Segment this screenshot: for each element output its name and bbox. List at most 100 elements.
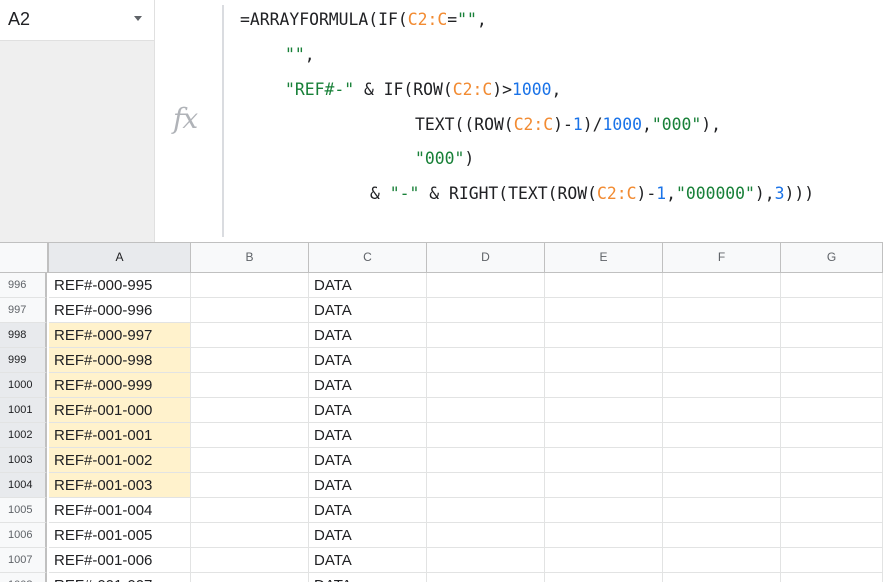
row-number[interactable]: 1001 [0,398,47,423]
row-number[interactable]: 1000 [0,373,47,398]
cell-a[interactable]: REF#-001-005 [49,523,191,548]
formula-line[interactable]: "REF#-" & IF(ROW(C2:C)>1000, [285,79,561,101]
cell-d[interactable] [427,348,545,373]
row-number[interactable]: 1002 [0,423,47,448]
row-number[interactable]: 998 [0,323,47,348]
cell-e[interactable] [545,323,663,348]
row-number[interactable]: 999 [0,348,47,373]
select-all-corner[interactable] [0,243,49,272]
cell-b[interactable] [191,323,309,348]
column-header-e[interactable]: E [545,243,663,272]
cell-f[interactable] [663,273,781,298]
formula-line[interactable]: TEXT((ROW(C2:C)-1)/1000,"000"), [415,114,721,136]
cell-d[interactable] [427,273,545,298]
cell-c[interactable]: DATA [309,348,427,373]
cell-d[interactable] [427,423,545,448]
cell-d[interactable] [427,573,545,582]
cell-e[interactable] [545,373,663,398]
cell-f[interactable] [663,373,781,398]
name-box-value[interactable]: A2 [8,9,30,30]
cell-a[interactable]: REF#-000-997 [49,323,191,348]
cell-e[interactable] [545,448,663,473]
cell-g[interactable] [781,398,883,423]
cell-c[interactable]: DATA [309,448,427,473]
cell-g[interactable] [781,423,883,448]
cell-a[interactable]: REF#-001-001 [49,423,191,448]
cell-a[interactable]: REF#-001-007 [49,573,191,582]
cell-f[interactable] [663,498,781,523]
cell-f[interactable] [663,448,781,473]
cell-e[interactable] [545,573,663,582]
formula-line[interactable]: "000") [415,148,474,170]
cell-a[interactable]: REF#-000-995 [49,273,191,298]
row-number[interactable]: 1006 [0,523,47,548]
cell-b[interactable] [191,548,309,573]
cell-b[interactable] [191,523,309,548]
row-number[interactable]: 996 [0,273,47,298]
row-number[interactable]: 1008 [0,573,47,582]
cell-e[interactable] [545,398,663,423]
cell-g[interactable] [781,273,883,298]
cell-b[interactable] [191,273,309,298]
row-number[interactable]: 1005 [0,498,47,523]
column-header-c[interactable]: C [309,243,427,272]
cell-e[interactable] [545,298,663,323]
cell-b[interactable] [191,373,309,398]
cell-f[interactable] [663,573,781,582]
cell-a[interactable]: REF#-001-002 [49,448,191,473]
cell-b[interactable] [191,573,309,582]
row-number[interactable]: 1004 [0,473,47,498]
cell-d[interactable] [427,398,545,423]
cell-c[interactable]: DATA [309,498,427,523]
cell-g[interactable] [781,573,883,582]
cell-b[interactable] [191,498,309,523]
cell-g[interactable] [781,448,883,473]
cell-a[interactable]: REF#-001-006 [49,548,191,573]
cell-g[interactable] [781,298,883,323]
cell-g[interactable] [781,348,883,373]
column-header-g[interactable]: G [781,243,883,272]
name-box[interactable]: A2 [0,0,154,41]
cell-b[interactable] [191,298,309,323]
cell-e[interactable] [545,523,663,548]
cell-f[interactable] [663,323,781,348]
column-header-a[interactable]: A [49,243,191,272]
cell-d[interactable] [427,323,545,348]
cell-e[interactable] [545,423,663,448]
cell-b[interactable] [191,473,309,498]
formula-line[interactable]: "", [285,44,315,66]
cell-f[interactable] [663,298,781,323]
cell-f[interactable] [663,398,781,423]
formula-line[interactable]: =ARRAYFORMULA(IF(C2:C="", [240,9,487,31]
cell-c[interactable]: DATA [309,373,427,398]
cell-a[interactable]: REF#-000-996 [49,298,191,323]
cell-b[interactable] [191,348,309,373]
cell-g[interactable] [781,548,883,573]
cell-c[interactable]: DATA [309,423,427,448]
cell-g[interactable] [781,323,883,348]
cell-b[interactable] [191,398,309,423]
cell-d[interactable] [427,523,545,548]
cell-f[interactable] [663,548,781,573]
cell-f[interactable] [663,523,781,548]
cell-g[interactable] [781,473,883,498]
cell-e[interactable] [545,548,663,573]
cell-g[interactable] [781,373,883,398]
cell-c[interactable]: DATA [309,273,427,298]
column-header-d[interactable]: D [427,243,545,272]
cell-g[interactable] [781,498,883,523]
cell-c[interactable]: DATA [309,548,427,573]
cell-a[interactable]: REF#-001-004 [49,498,191,523]
row-number[interactable]: 1007 [0,548,47,573]
cell-d[interactable] [427,373,545,398]
cell-d[interactable] [427,498,545,523]
cell-e[interactable] [545,498,663,523]
cell-f[interactable] [663,423,781,448]
cell-a[interactable]: REF#-001-000 [49,398,191,423]
cell-c[interactable]: DATA [309,323,427,348]
cell-a[interactable]: REF#-000-999 [49,373,191,398]
row-number[interactable]: 1003 [0,448,47,473]
dropdown-arrow-icon[interactable] [134,16,142,21]
cell-a[interactable]: REF#-001-003 [49,473,191,498]
cell-c[interactable]: DATA [309,523,427,548]
